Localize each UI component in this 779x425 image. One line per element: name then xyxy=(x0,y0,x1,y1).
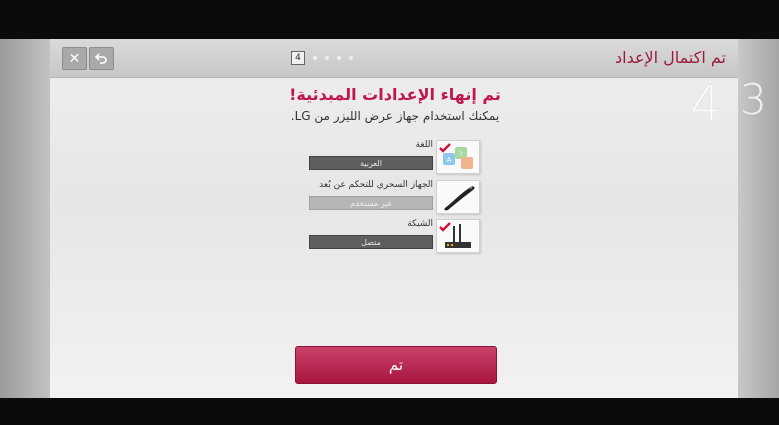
item-value: متصل xyxy=(309,235,433,249)
completion-subtitle: يمكنك استخدام جهاز عرض الليزر من LG. xyxy=(290,109,500,123)
summary-item-network: الشبكة متصل xyxy=(308,219,480,253)
step-dot xyxy=(313,56,317,60)
current-step-box: 4 xyxy=(291,51,305,65)
svg-text:?: ? xyxy=(459,151,462,158)
previous-step-number: 3 xyxy=(740,75,767,124)
svg-text:A: A xyxy=(447,156,452,164)
checkmark-icon xyxy=(439,222,451,232)
header-bar: ✕ 4 تم اكتمال الإعداد xyxy=(50,39,738,78)
step-dot xyxy=(325,56,329,60)
item-label: الجهاز السحري للتحكم عن بُعد xyxy=(319,180,433,190)
letterbox-bottom xyxy=(0,398,779,425)
current-step-number: 4 xyxy=(690,75,722,133)
next-page-edge: 3 xyxy=(738,39,779,398)
back-icon xyxy=(95,53,107,64)
previous-page-edge xyxy=(0,39,50,398)
summary-item-magic-remote: الجهاز السحري للتحكم عن بُعد غير مستخدم xyxy=(308,180,480,214)
setup-panel: ✕ 4 تم اكتمال الإعداد 4 تم إنهاء الإعداد… xyxy=(50,39,738,398)
item-value: غير مستخدم xyxy=(309,196,433,210)
back-button[interactable] xyxy=(89,47,114,70)
item-label: اللغة xyxy=(415,140,433,150)
step-dot xyxy=(337,56,341,60)
setup-screen: 3 ✕ 4 تم اكتمال الإعداد 4 تم إنهاء الإعد… xyxy=(0,39,779,398)
network-router-icon xyxy=(436,219,480,253)
step-indicator: 4 xyxy=(291,51,353,65)
summary-item-language: A ? اللغة العربية xyxy=(308,140,480,174)
completion-title: تم إنهاء الإعدادات المبدئية! xyxy=(289,85,501,104)
page-title: تم اكتمال الإعداد xyxy=(615,48,726,67)
magic-remote-icon xyxy=(436,180,480,214)
language-icon: A ? xyxy=(436,140,480,174)
item-value: العربية xyxy=(309,156,433,170)
checkmark-icon xyxy=(439,143,451,153)
done-button[interactable]: تم xyxy=(295,346,497,384)
step-dot xyxy=(349,56,353,60)
close-button[interactable]: ✕ xyxy=(62,47,87,70)
letterbox-top xyxy=(0,0,779,39)
close-icon: ✕ xyxy=(68,50,81,67)
item-label: الشبكة xyxy=(407,219,433,229)
